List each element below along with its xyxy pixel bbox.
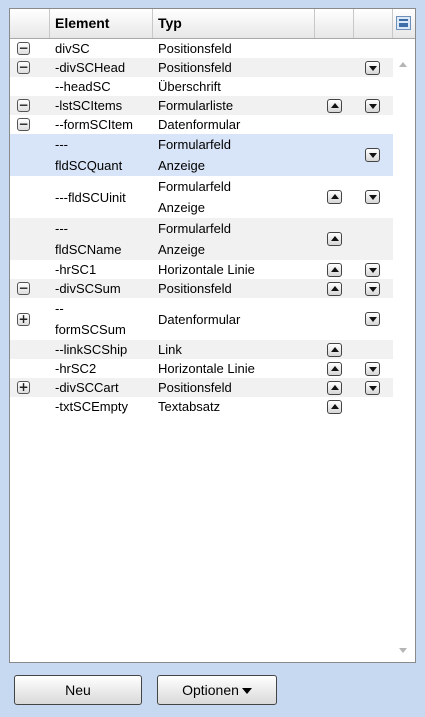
element-name: -hrSC1 — [55, 262, 97, 277]
collapse-icon[interactable]: − — [17, 282, 30, 295]
element-name: -divSCSum — [55, 281, 121, 296]
move-up-icon[interactable] — [327, 343, 342, 357]
footer-bar: Neu Optionen — [0, 663, 425, 717]
move-up-icon[interactable] — [327, 263, 342, 277]
move-down-icon[interactable] — [365, 99, 380, 113]
element-type: Formularliste — [158, 98, 234, 113]
element-type: Überschrift — [158, 79, 221, 94]
element-type: Formularfeld Anzeige — [158, 218, 318, 260]
table-row[interactable]: --- fldSCName Formularfeld Anzeige — [10, 218, 393, 260]
table-row[interactable]: ---fldSCUinit Formularfeld Anzeige — [10, 176, 393, 218]
table-row[interactable]: + -- formSCSum Datenformular — [10, 298, 393, 340]
element-type-line: Anzeige — [158, 242, 205, 257]
header-element[interactable]: Element — [50, 9, 153, 38]
header-up-column — [315, 9, 354, 38]
element-type: Formularfeld Anzeige — [158, 134, 318, 176]
move-up-icon[interactable] — [327, 362, 342, 376]
element-type: Positionsfeld — [158, 281, 232, 296]
new-button[interactable]: Neu — [14, 675, 142, 705]
column-settings-icon[interactable] — [396, 16, 411, 30]
header-typ[interactable]: Typ — [153, 9, 315, 38]
element-name: --headSC — [55, 79, 111, 94]
element-name: --formSCItem — [55, 117, 133, 132]
table-row[interactable]: − --formSCItem Datenformular — [10, 115, 393, 134]
element-name: --- fldSCName — [55, 218, 155, 260]
move-up-icon[interactable] — [327, 282, 342, 296]
element-type: Horizontale Linie — [158, 361, 255, 376]
element-type: Datenformular — [158, 117, 241, 132]
element-name-line: fldSCName — [55, 242, 122, 257]
element-list-panel: Element Typ − divSC Positionsfeld − -divSCHe… — [9, 8, 416, 663]
table-row[interactable]: -hrSC1 Horizontale Linie — [10, 260, 393, 279]
element-name: divSC — [55, 41, 90, 56]
element-name: -lstSCItems — [55, 98, 123, 113]
element-type-line: Formularfeld — [158, 221, 231, 236]
element-name: --linkSCShip — [55, 342, 128, 357]
table-row[interactable]: − -lstSCItems Formularliste — [10, 96, 393, 115]
element-name-line: --- — [55, 137, 68, 152]
element-type: Textabsatz — [158, 399, 221, 414]
move-down-icon[interactable] — [365, 362, 380, 376]
collapse-icon[interactable]: − — [17, 118, 30, 131]
element-name: -txtSCEmpty — [55, 399, 128, 414]
element-name: -- formSCSum — [55, 298, 155, 340]
move-up-icon[interactable] — [327, 99, 342, 113]
table-row[interactable]: − -divSCSum Positionsfeld — [10, 279, 393, 298]
element-type-line: Formularfeld — [158, 137, 231, 152]
element-type: Horizontale Linie — [158, 262, 255, 277]
header-toggle-column — [10, 9, 50, 38]
scroll-up-icon[interactable] — [399, 62, 407, 67]
table-row[interactable]: --headSC Überschrift — [10, 77, 393, 96]
new-button-label: Neu — [65, 682, 91, 698]
expand-icon[interactable]: + — [17, 381, 30, 394]
element-type-line: Anzeige — [158, 158, 205, 173]
table-row[interactable]: − divSC Positionsfeld — [10, 39, 393, 58]
collapse-icon[interactable]: − — [17, 42, 30, 55]
move-down-icon[interactable] — [365, 190, 380, 204]
element-name: --- fldSCQuant — [55, 134, 155, 176]
element-name-line: --- — [55, 221, 68, 236]
collapse-icon[interactable]: − — [17, 99, 30, 112]
collapse-icon[interactable]: − — [17, 61, 30, 74]
table-row[interactable]: --linkSCShip Link — [10, 340, 393, 359]
table-row[interactable]: + -divSCCart Positionsfeld — [10, 378, 393, 397]
element-name: -divSCCart — [55, 380, 119, 395]
element-type: Formularfeld Anzeige — [158, 176, 318, 218]
chevron-down-icon — [241, 688, 252, 695]
move-down-icon[interactable] — [365, 263, 380, 277]
options-button[interactable]: Optionen — [157, 675, 277, 705]
element-name-line: fldSCQuant — [55, 158, 123, 173]
move-up-icon[interactable] — [327, 190, 342, 204]
element-name-line: -- — [55, 301, 64, 316]
options-button-label: Optionen — [182, 682, 239, 698]
vertical-scrollbar[interactable] — [394, 39, 414, 661]
element-type: Link — [158, 342, 182, 357]
element-name: -hrSC2 — [55, 361, 97, 376]
table-row[interactable]: − -divSCHead Positionsfeld — [10, 58, 393, 77]
move-down-icon[interactable] — [365, 282, 380, 296]
expand-icon[interactable]: + — [17, 313, 30, 326]
move-up-icon[interactable] — [327, 400, 342, 414]
table-row[interactable]: -txtSCEmpty Textabsatz — [10, 397, 393, 416]
element-type: Positionsfeld — [158, 380, 232, 395]
scroll-down-icon[interactable] — [399, 648, 407, 653]
element-type: Datenformular — [158, 312, 241, 327]
move-down-icon[interactable] — [365, 61, 380, 75]
table-row[interactable]: -hrSC2 Horizontale Linie — [10, 359, 393, 378]
element-type: Positionsfeld — [158, 60, 232, 75]
move-down-icon[interactable] — [365, 381, 380, 395]
move-up-icon[interactable] — [327, 381, 342, 395]
element-name: -divSCHead — [55, 60, 126, 75]
element-name: ---fldSCUinit — [55, 190, 126, 205]
table-row[interactable]: --- fldSCQuant Formularfeld Anzeige — [10, 134, 393, 176]
element-type-line: Anzeige — [158, 200, 205, 215]
table-header: Element Typ — [10, 9, 415, 39]
element-type-line: Formularfeld — [158, 179, 231, 194]
header-down-column — [354, 9, 393, 38]
move-down-icon[interactable] — [365, 312, 380, 326]
move-down-icon[interactable] — [365, 148, 380, 162]
move-up-icon[interactable] — [327, 232, 342, 246]
element-name-line: formSCSum — [55, 322, 126, 337]
element-type: Positionsfeld — [158, 41, 232, 56]
